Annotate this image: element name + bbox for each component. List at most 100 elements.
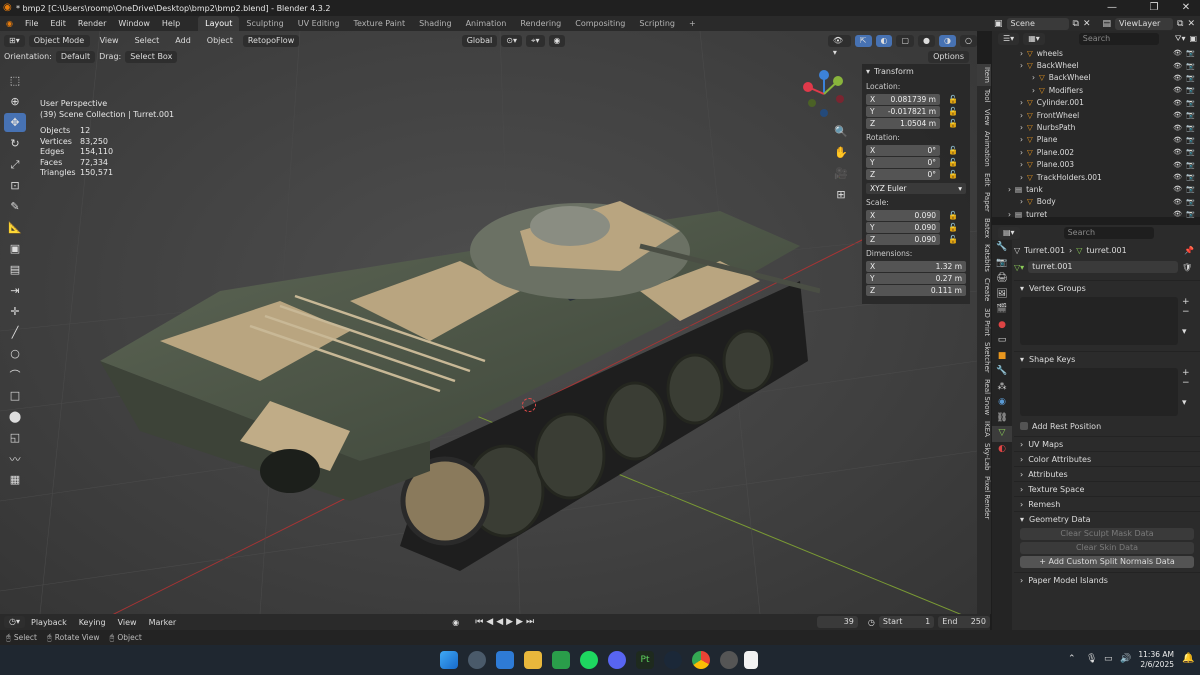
section-shape-keys[interactable]: ▾ Shape Keys	[1014, 351, 1200, 366]
constraints-tab-icon[interactable]: ⛓	[992, 411, 1012, 427]
pivot-icon[interactable]: ⊙▾	[501, 34, 522, 47]
notepad-icon[interactable]	[744, 651, 758, 669]
outliner-row[interactable]: › ▽ Body 👁 📷	[992, 196, 1200, 208]
scale-x-field[interactable]: X 0.090	[866, 209, 940, 221]
tool-tab-icon[interactable]: 🔧	[992, 240, 1012, 256]
sidebar-tab-paper[interactable]: Paper	[977, 189, 991, 215]
scene-tab-icon[interactable]: 🎬	[992, 302, 1012, 318]
obs-icon[interactable]	[720, 651, 738, 669]
outliner-search-input[interactable]: Search	[1078, 32, 1159, 45]
expand-arrow-icon[interactable]: ›	[1020, 123, 1023, 132]
lock-icon[interactable]: 🔓	[948, 223, 958, 232]
render-camera-icon[interactable]: 📷	[1186, 148, 1195, 156]
sidebar-tab-ikea[interactable]: IKEA	[977, 418, 991, 440]
outliner-row[interactable]: › ▤ turret 👁 📷	[992, 208, 1200, 220]
add-cube-tool-icon[interactable]: ▣	[4, 239, 26, 258]
physics-tab-icon[interactable]: ◉	[992, 395, 1012, 411]
render-camera-icon[interactable]: 📷	[1186, 210, 1195, 218]
data-tab-icon[interactable]: ▽	[992, 426, 1012, 442]
view-layer-tab-icon[interactable]: 🖼	[992, 287, 1012, 303]
render-camera-icon[interactable]: 📷	[1186, 198, 1195, 206]
timeline-menu-marker[interactable]: Marker	[143, 615, 183, 630]
transform-orientation-selector[interactable]: Global	[461, 34, 498, 47]
orientation-selector[interactable]: Default	[55, 50, 96, 63]
start-frame-field[interactable]: Start 1	[878, 616, 935, 628]
shape-tool-icon[interactable]: ◱	[4, 428, 26, 447]
curve-tool-icon[interactable]: 〰	[4, 449, 26, 468]
section-geometry-data[interactable]: ▾ Geometry Data	[1014, 511, 1200, 526]
snap-icon[interactable]: ⌖▾	[525, 34, 545, 47]
render-camera-icon[interactable]: 📷	[1186, 185, 1195, 193]
arc-tool-icon[interactable]: ⌒	[4, 365, 26, 384]
lock-icon[interactable]: 🔓	[948, 211, 958, 220]
timeline-menu-keying[interactable]: Keying	[73, 615, 112, 630]
rotation-x-field[interactable]: X 0°	[866, 144, 940, 156]
expand-arrow-icon[interactable]: ›	[1020, 173, 1023, 182]
expand-arrow-icon[interactable]: ›	[1020, 49, 1023, 58]
location-z-field[interactable]: Z 1.0504 m	[866, 117, 940, 129]
file-explorer-icon[interactable]	[524, 651, 542, 669]
snipping-tool-icon[interactable]	[552, 651, 570, 669]
tab-layout[interactable]: Layout	[198, 16, 240, 31]
tab-texture-paint[interactable]: Texture Paint	[346, 16, 412, 31]
visibility-eye-icon[interactable]: 👁	[1173, 62, 1182, 70]
outliner-row[interactable]: › ▽ Cylinder.001 👁 📷	[992, 97, 1200, 109]
render-camera-icon[interactable]: 📷	[1186, 74, 1195, 82]
notifications-icon[interactable]: 🔔	[1182, 653, 1194, 664]
expand-arrow-icon[interactable]: ›	[1020, 98, 1023, 107]
sidebar-tab-katsbits[interactable]: Katsbits	[977, 241, 991, 275]
end-frame-field[interactable]: End 250	[938, 616, 990, 628]
sidebar-tab-sky-lab[interactable]: Sky-Lab	[977, 440, 991, 473]
render-tab-icon[interactable]: 📷	[992, 256, 1012, 272]
preview-range-icon[interactable]: ◷	[868, 618, 875, 627]
annotate-tool-icon[interactable]: ✎	[4, 197, 26, 216]
box-tool-icon[interactable]: □	[4, 386, 26, 405]
scene-selector[interactable]: Scene	[1006, 17, 1069, 30]
output-tab-icon[interactable]: 🖨	[992, 271, 1012, 287]
list-add-remove[interactable]: + − ▾	[1182, 368, 1194, 416]
properties-editor-type-icon[interactable]: ▤▾	[998, 226, 1020, 239]
viewport-menu-view[interactable]: View	[94, 33, 125, 48]
render-camera-icon[interactable]: 📷	[1186, 62, 1195, 70]
pin-icon[interactable]: 📌	[1184, 246, 1194, 255]
display-mode-icon[interactable]: ▦▾	[1023, 32, 1045, 45]
playback-controls[interactable]: ⏮◀◀▶▶⏭	[475, 617, 537, 627]
move-tool-icon[interactable]: ✥	[4, 113, 26, 132]
object-tab-icon[interactable]: ■	[992, 349, 1012, 365]
scale-y-field[interactable]: Y 0.090	[866, 221, 940, 233]
expand-arrow-icon[interactable]: ›	[1032, 73, 1035, 82]
add-workspace-button[interactable]: +	[682, 16, 703, 31]
view-layer-selector[interactable]: ViewLayer	[1115, 17, 1174, 30]
dimension-x-field[interactable]: X 1.32 m	[866, 260, 966, 272]
lock-icon[interactable]: 🔓	[948, 119, 958, 128]
visibility-eye-icon[interactable]: 👁	[1173, 49, 1182, 57]
tab-uv-editing[interactable]: UV Editing	[291, 16, 347, 31]
expand-arrow-icon[interactable]: ›	[1020, 197, 1023, 206]
sidebar-tab-sketcher[interactable]: Sketcher	[977, 339, 991, 376]
zoom-icon[interactable]: 🔍	[832, 121, 850, 142]
auto-key-icon[interactable]: ◉	[452, 618, 459, 627]
add-mesh-tool-icon[interactable]: ▤	[4, 260, 26, 279]
transform-header[interactable]: ▾ Transform	[862, 64, 970, 78]
outliner-row[interactable]: › ▽ NurbsPath 👁 📷	[992, 121, 1200, 133]
outliner-row[interactable]: › ▽ Plane 👁 📷	[992, 134, 1200, 146]
fake-user-icon[interactable]: 🛡	[1182, 263, 1192, 272]
scale-tool-icon[interactable]: ⤢	[4, 155, 26, 174]
pan-hand-icon[interactable]: ✋	[832, 142, 850, 163]
sidebar-tab-edit[interactable]: Edit	[977, 170, 991, 190]
section-color-attributes[interactable]: › Color Attributes	[1014, 451, 1200, 466]
expand-arrow-icon[interactable]: ›	[1020, 135, 1023, 144]
tab-compositing[interactable]: Compositing	[568, 16, 632, 31]
navigation-gizmo[interactable]	[800, 69, 850, 119]
sidebar-tab-pixel-render[interactable]: Pixel Render	[977, 473, 991, 522]
lock-icon[interactable]: 🔓	[948, 235, 958, 244]
proportional-edit-icon[interactable]: ◉	[548, 34, 566, 47]
render-camera-icon[interactable]: 📷	[1186, 49, 1195, 57]
tray-chevron-icon[interactable]: ⌃	[1068, 654, 1076, 664]
vertex-groups-list[interactable]	[1020, 297, 1178, 345]
menu-file[interactable]: File	[19, 16, 44, 31]
close-button[interactable]: ✕	[1170, 0, 1200, 16]
menu-render[interactable]: Render	[72, 16, 112, 31]
visibility-eye-icon[interactable]: 👁	[1173, 198, 1182, 206]
add-rest-position-checkbox[interactable]: Add Rest Position	[1014, 420, 1200, 432]
